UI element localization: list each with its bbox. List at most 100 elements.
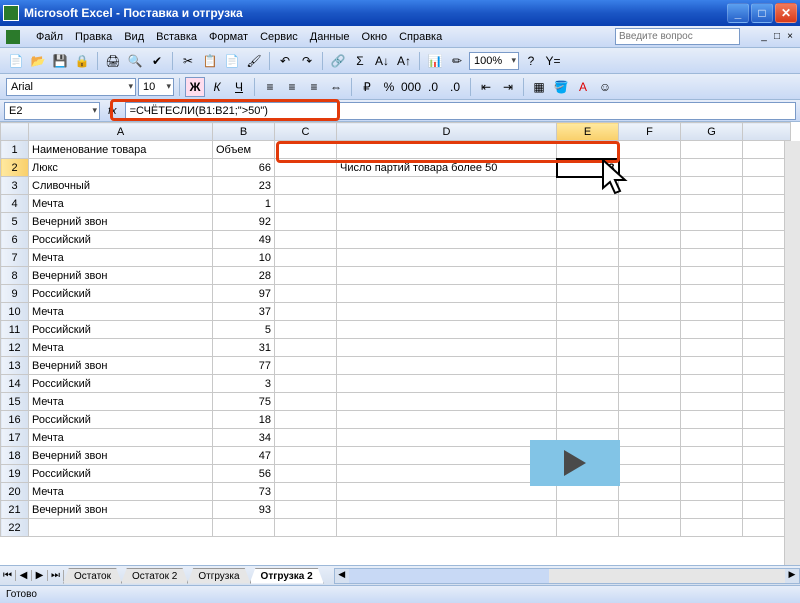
cell[interactable]	[337, 447, 557, 465]
cell[interactable]: 34	[213, 429, 275, 447]
menu-view[interactable]: Вид	[124, 31, 144, 43]
cell[interactable]	[337, 213, 557, 231]
cell[interactable]: 3	[213, 375, 275, 393]
cell[interactable]	[681, 213, 743, 231]
tab-nav-first-icon[interactable]: ⏮	[0, 570, 16, 581]
col-header-f[interactable]: F	[619, 123, 681, 141]
cell[interactable]: Мечта	[29, 303, 213, 321]
increase-decimal-icon[interactable]: .0	[423, 77, 443, 97]
cell[interactable]	[619, 339, 681, 357]
cell[interactable]	[557, 177, 619, 195]
percent-icon[interactable]: %	[379, 77, 399, 97]
cell[interactable]	[337, 195, 557, 213]
cell[interactable]	[557, 519, 619, 537]
cell[interactable]	[681, 177, 743, 195]
sort-desc-icon[interactable]: A↑	[394, 51, 414, 71]
row-header[interactable]: 17	[1, 429, 29, 447]
cell[interactable]: Вечерний звон	[29, 357, 213, 375]
cell[interactable]	[557, 141, 619, 159]
cell[interactable]	[619, 249, 681, 267]
cell[interactable]: 18	[213, 411, 275, 429]
sort-asc-icon[interactable]: A↓	[372, 51, 392, 71]
cell[interactable]	[619, 177, 681, 195]
cell[interactable]	[275, 213, 337, 231]
bold-button[interactable]: Ж	[185, 77, 205, 97]
cell[interactable]: 97	[213, 285, 275, 303]
cell[interactable]	[681, 339, 743, 357]
row-header[interactable]: 10	[1, 303, 29, 321]
menu-insert[interactable]: Вставка	[156, 31, 197, 43]
copy-icon[interactable]: 📋	[200, 51, 220, 71]
cell[interactable]	[275, 411, 337, 429]
row-header[interactable]: 12	[1, 339, 29, 357]
menu-edit[interactable]: Правка	[75, 31, 112, 43]
maximize-button[interactable]: □	[751, 3, 773, 23]
cell[interactable]: 23	[213, 177, 275, 195]
select-all-corner[interactable]	[1, 123, 29, 141]
cell[interactable]: Мечта	[29, 393, 213, 411]
cell[interactable]	[619, 213, 681, 231]
table-row[interactable]: 17Мечта34	[1, 429, 791, 447]
row-header[interactable]: 14	[1, 375, 29, 393]
cell[interactable]	[337, 321, 557, 339]
cell[interactable]	[681, 501, 743, 519]
cell[interactable]	[275, 249, 337, 267]
align-right-icon[interactable]: ≡	[304, 77, 324, 97]
cell[interactable]: 1	[213, 195, 275, 213]
cell[interactable]	[681, 285, 743, 303]
cell[interactable]	[681, 465, 743, 483]
play-shape[interactable]	[530, 440, 620, 486]
mdi-close-button[interactable]: ×	[784, 31, 796, 43]
sheet-tab[interactable]: Отгрузка	[187, 568, 250, 584]
cell[interactable]: 77	[213, 357, 275, 375]
cut-icon[interactable]: ✂	[178, 51, 198, 71]
tab-nav-prev-icon[interactable]: ◀	[16, 570, 32, 581]
name-box[interactable]: E2	[4, 102, 100, 120]
cell[interactable]: Мечта	[29, 249, 213, 267]
cell[interactable]	[557, 375, 619, 393]
table-row[interactable]: 3Сливочный23	[1, 177, 791, 195]
cell[interactable]	[619, 357, 681, 375]
cell[interactable]	[619, 393, 681, 411]
zoom-dropdown[interactable]: 100%	[469, 52, 519, 70]
cell[interactable]: 73	[213, 483, 275, 501]
cell[interactable]	[275, 429, 337, 447]
cell[interactable]: Наименование товара	[29, 141, 213, 159]
save-icon[interactable]: 💾	[50, 51, 70, 71]
cell[interactable]	[681, 159, 743, 177]
help-search-input[interactable]	[615, 28, 740, 45]
cell[interactable]	[681, 393, 743, 411]
cell[interactable]	[275, 177, 337, 195]
cell[interactable]: Мечта	[29, 339, 213, 357]
col-header-a[interactable]: A	[29, 123, 213, 141]
cell[interactable]	[619, 159, 681, 177]
menu-window[interactable]: Окно	[362, 31, 388, 43]
undo-icon[interactable]: ↶	[275, 51, 295, 71]
table-row[interactable]: 18Вечерний звон47	[1, 447, 791, 465]
cell[interactable]	[275, 465, 337, 483]
table-row[interactable]: 8Вечерний звон28	[1, 267, 791, 285]
row-header[interactable]: 8	[1, 267, 29, 285]
table-row[interactable]: 6Российский49	[1, 231, 791, 249]
row-header[interactable]: 3	[1, 177, 29, 195]
italic-button[interactable]: К	[207, 77, 227, 97]
col-header-b[interactable]: B	[213, 123, 275, 141]
cell[interactable]	[337, 177, 557, 195]
cell[interactable]	[275, 375, 337, 393]
cell[interactable]	[557, 231, 619, 249]
cell[interactable]	[557, 267, 619, 285]
cell[interactable]	[275, 141, 337, 159]
formula-input[interactable]: =СЧЁТЕСЛИ(B1:B21;">50")	[125, 102, 796, 120]
cell[interactable]	[275, 321, 337, 339]
cell[interactable]	[337, 375, 557, 393]
open-icon[interactable]: 📂	[28, 51, 48, 71]
font-color-icon[interactable]: A	[573, 77, 593, 97]
cell[interactable]	[275, 519, 337, 537]
table-row[interactable]: 11Российский5	[1, 321, 791, 339]
cell[interactable]: 28	[213, 267, 275, 285]
cell[interactable]: Российский	[29, 231, 213, 249]
cell[interactable]: Объем	[213, 141, 275, 159]
cell[interactable]	[619, 429, 681, 447]
cell[interactable]: Российский	[29, 465, 213, 483]
chart-icon[interactable]: 📊	[425, 51, 445, 71]
